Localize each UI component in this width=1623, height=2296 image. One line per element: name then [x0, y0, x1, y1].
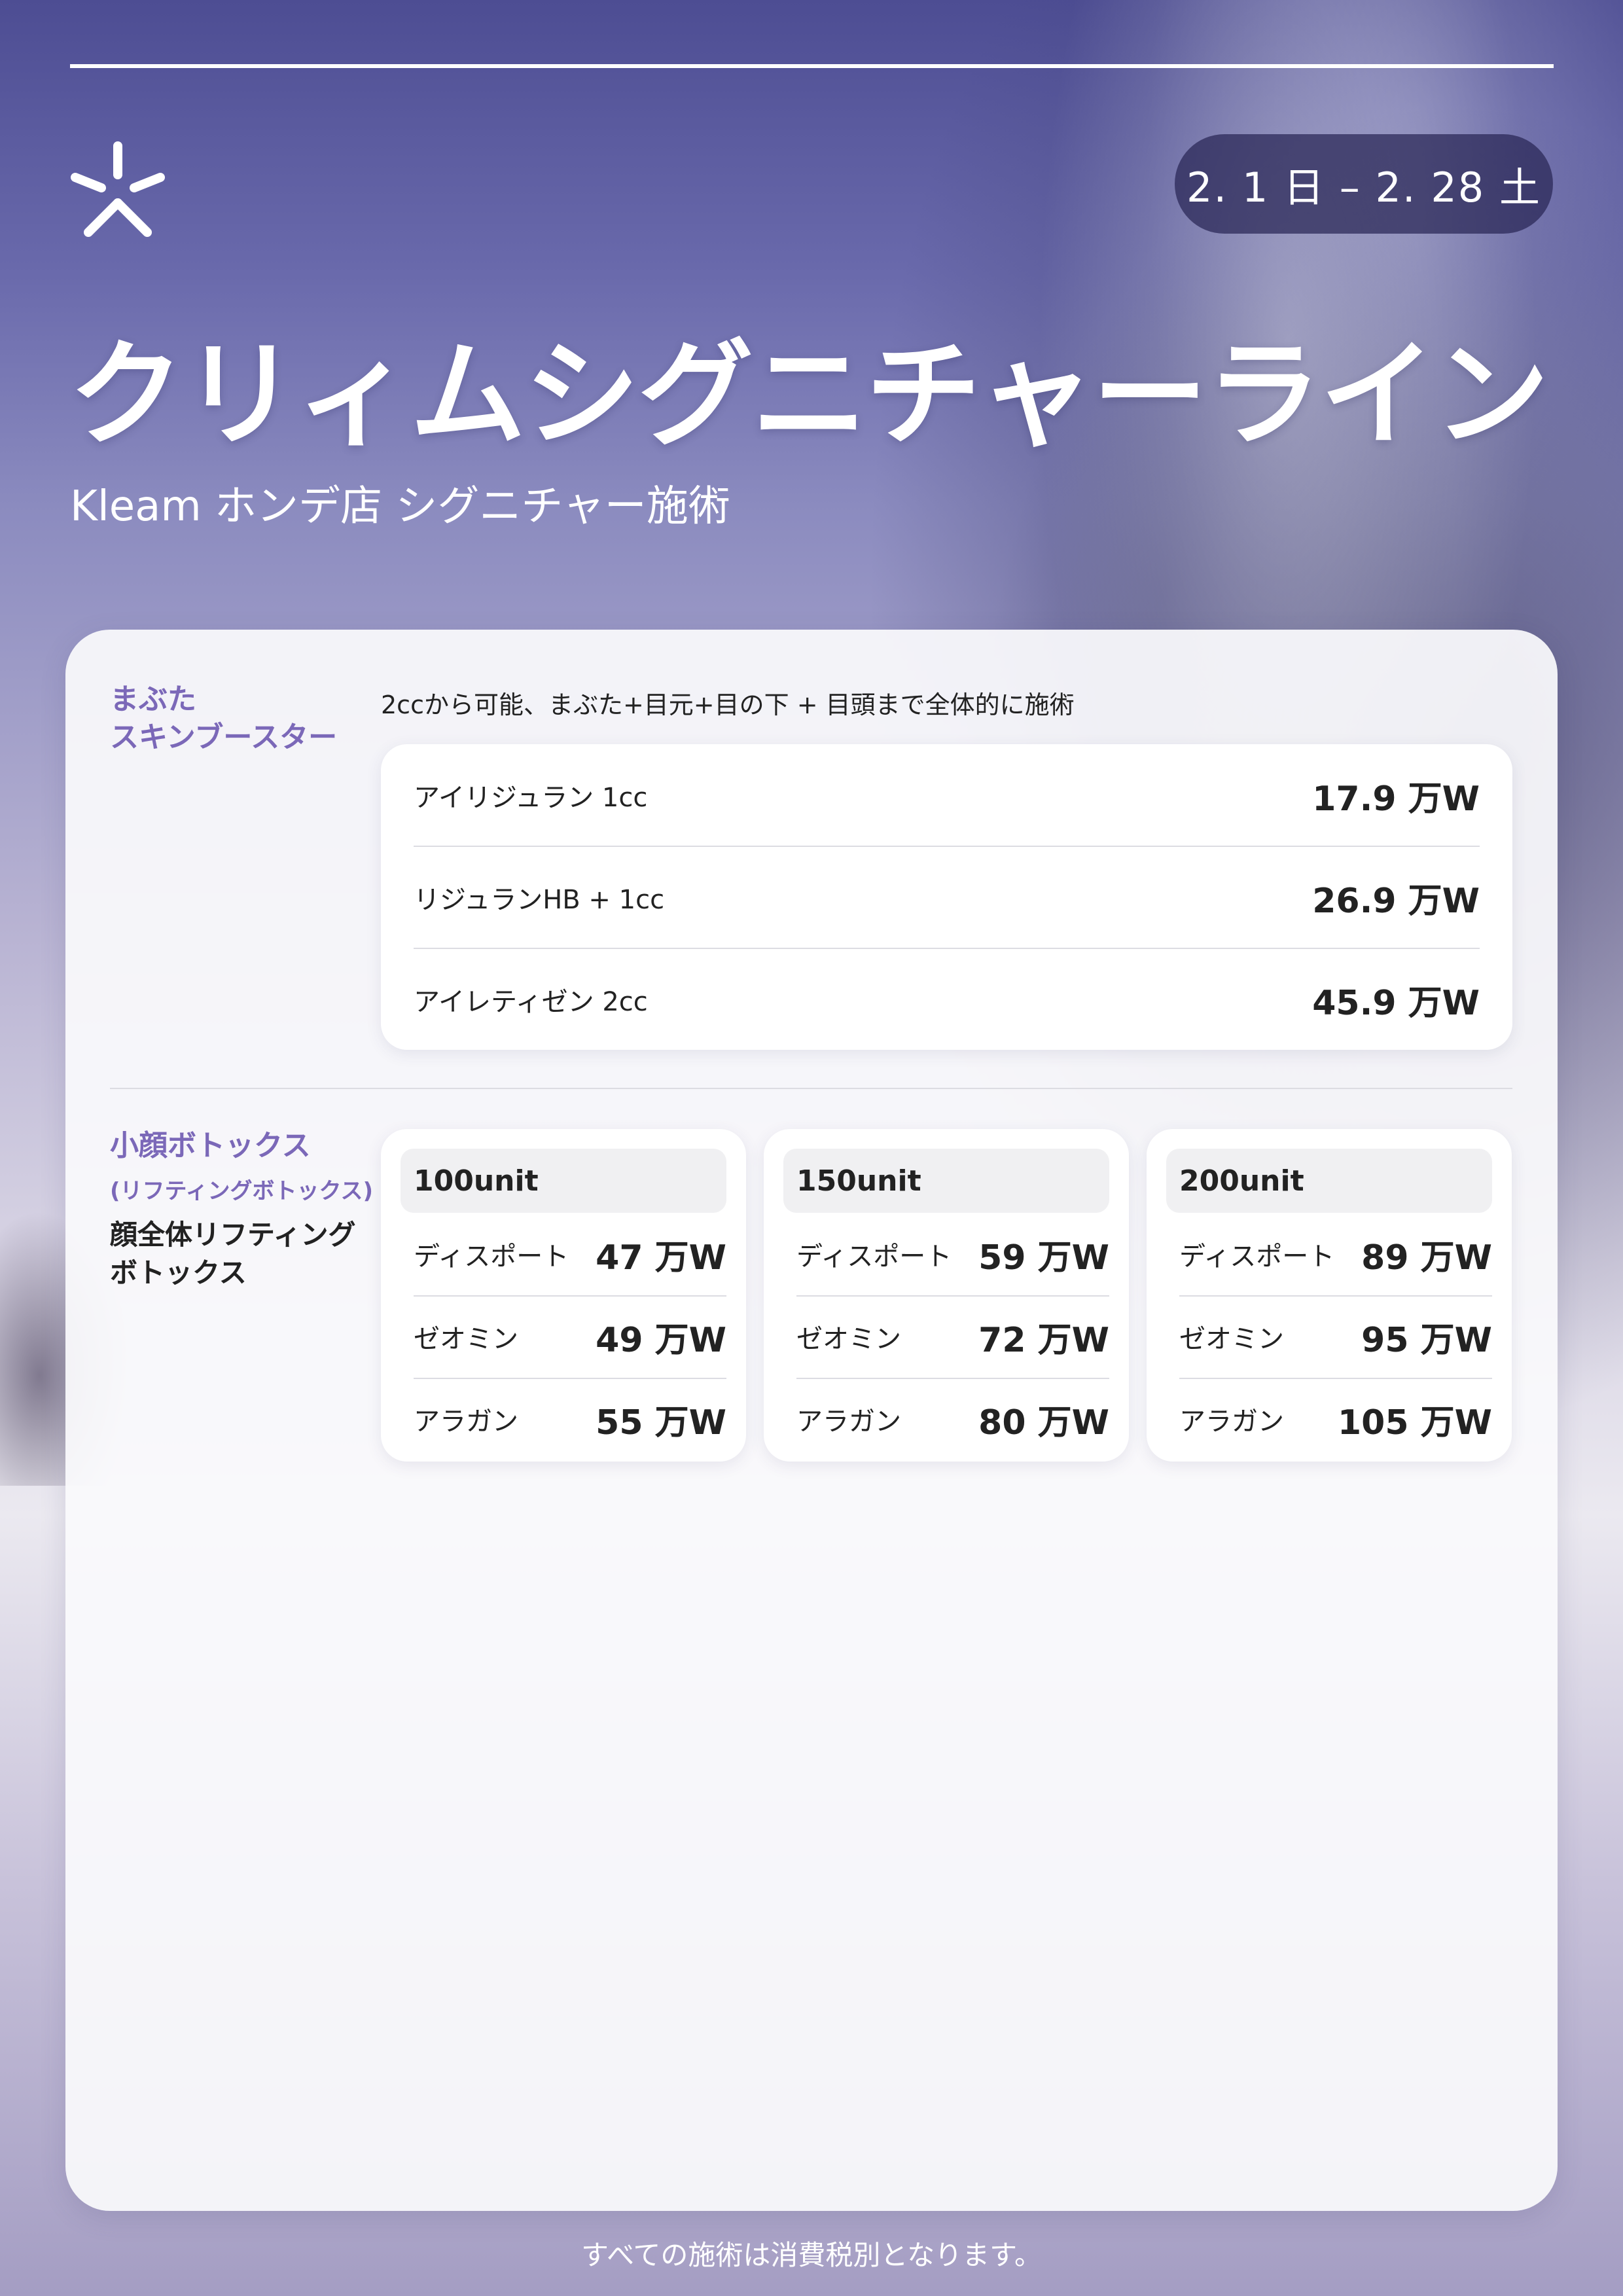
price-row: ゼオミン 49 万W: [414, 1295, 726, 1378]
section-botox-sublabel: (リフティングボトックス): [110, 1178, 374, 1204]
price-row: アラガン 55 万W: [414, 1378, 726, 1460]
unit-panel-200: 200unit ディスポート 89 万W ゼオミン 95 万W アラガン 105…: [1147, 1129, 1512, 1462]
product-price: 47 万W: [596, 1238, 726, 1278]
treatment-name: アイレティゼン 2cc: [414, 987, 648, 1017]
product-name: アラガン: [414, 1407, 518, 1437]
price-row: アイレティゼン 2cc 45.9 万W: [414, 948, 1480, 1050]
section-botox-description: 顔全体リフティング ボトックス: [110, 1216, 355, 1292]
treatment-price: 17.9 万W: [1312, 779, 1480, 819]
product-price: 59 万W: [978, 1238, 1109, 1278]
section-eyelid-label-line2: スキンブースター: [110, 721, 338, 754]
unit-header: 150unit: [783, 1149, 1109, 1213]
product-name: アラガン: [1179, 1407, 1284, 1437]
unit-panel-150: 150unit ディスポート 59 万W ゼオミン 72 万W アラガン 80 …: [764, 1129, 1129, 1462]
product-price: 105 万W: [1337, 1403, 1492, 1443]
section-eyelid-label-line1: まぶた: [110, 683, 196, 716]
product-name: ゼオミン: [1179, 1324, 1284, 1354]
price-row: アイリジュラン 1cc 17.9 万W: [414, 744, 1480, 846]
product-price: 80 万W: [978, 1403, 1109, 1443]
product-name: ゼオミン: [796, 1324, 901, 1354]
price-row: リジュランHB + 1cc 26.9 万W: [414, 846, 1480, 948]
eyelid-price-panel: アイリジュラン 1cc 17.9 万W リジュランHB + 1cc 26.9 万…: [381, 744, 1512, 1050]
section-eyelid-label: まぶた スキンブースター: [110, 681, 337, 757]
product-price: 49 万W: [596, 1320, 726, 1360]
unit-header: 200unit: [1166, 1149, 1492, 1213]
price-row: アラガン 105 万W: [1179, 1378, 1492, 1460]
product-name: ディスポート: [1179, 1242, 1335, 1272]
section-eyelid-description: 2ccから可能、まぶた+目元+目の下 + 目頭まで全体的に施術: [381, 691, 1075, 719]
product-name: ディスポート: [796, 1242, 952, 1272]
date-range-badge: 2. 1 日 – 2. 28 土: [1175, 134, 1553, 234]
treatment-name: リジュランHB + 1cc: [414, 885, 665, 915]
section-botox-label: 小顔ボトックス: [110, 1129, 311, 1162]
product-name: ゼオミン: [414, 1324, 518, 1354]
section-botox-description-line1: 顔全体リフティング: [110, 1219, 356, 1251]
price-row: ゼオミン 95 万W: [1179, 1295, 1492, 1378]
price-row: ゼオミン 72 万W: [796, 1295, 1109, 1378]
section-botox-description-line2: ボトックス: [110, 1257, 247, 1289]
snowflake-burst-icon: [71, 141, 165, 237]
price-row: ディスポート 47 万W: [414, 1213, 726, 1295]
section-divider: [110, 1088, 1512, 1089]
treatment-price: 26.9 万W: [1312, 881, 1480, 921]
page-title: クリィムシグニチャーライン: [69, 328, 1549, 462]
product-name: アラガン: [796, 1407, 901, 1437]
page-subtitle: Kleam ホンデ店 シグニチャー施術: [70, 482, 730, 531]
tax-note: すべての施術は消費税別となります。: [581, 2239, 1042, 2271]
price-row: ディスポート 59 万W: [796, 1213, 1109, 1295]
price-row: ディスポート 89 万W: [1179, 1213, 1492, 1295]
product-price: 89 万W: [1361, 1238, 1492, 1278]
treatment-price: 45.9 万W: [1312, 983, 1480, 1023]
product-price: 95 万W: [1361, 1320, 1492, 1360]
product-name: ディスポート: [414, 1242, 569, 1272]
treatment-name: アイリジュラン 1cc: [414, 783, 648, 813]
product-price: 72 万W: [978, 1320, 1109, 1360]
top-divider: [70, 64, 1554, 68]
unit-header: 100unit: [401, 1149, 726, 1213]
unit-panel-100: 100unit ディスポート 47 万W ゼオミン 49 万W アラガン 55 …: [381, 1129, 746, 1462]
product-price: 55 万W: [596, 1403, 726, 1443]
price-row: アラガン 80 万W: [796, 1378, 1109, 1460]
